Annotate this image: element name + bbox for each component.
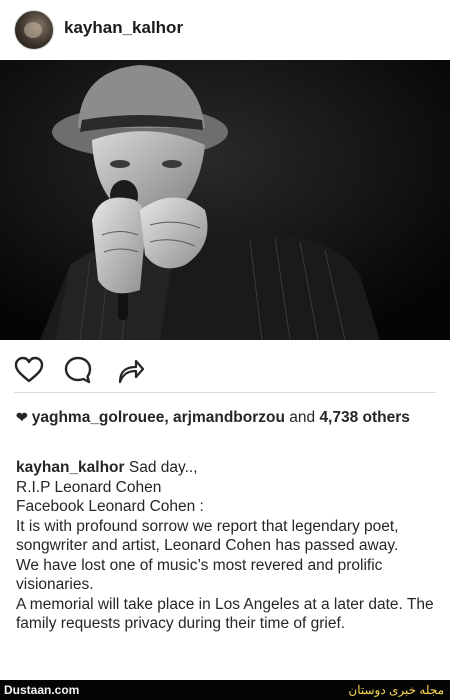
post-caption: kayhan_kalhor Sad day.., R.I.P Leonard C… [16, 458, 438, 634]
watermark-bar: Dustaan.com مجله خبری دوستان [0, 680, 450, 700]
heart-filled-icon: ❤ [16, 409, 28, 425]
share-arrow-icon[interactable] [116, 356, 145, 384]
post-header: kayhan_kalhor [0, 0, 450, 60]
avatar[interactable] [14, 10, 54, 50]
caption-line-1: kayhan_kalhor Sad day.., [16, 458, 438, 478]
speech-bubble-icon[interactable] [64, 356, 92, 384]
post-photo[interactable] [0, 60, 450, 340]
caption-line-3: Facebook Leonard Cohen : [16, 498, 204, 515]
likes-names[interactable]: yaghma_golrouee, arjmandborzou [32, 409, 285, 426]
caption-line-5: We have lost one of music’s most revered… [16, 556, 383, 594]
site-tagline: مجله خبری دوستان [348, 683, 444, 697]
post-username[interactable]: kayhan_kalhor [64, 18, 183, 38]
divider [14, 392, 436, 393]
likes-line[interactable]: ❤ yaghma_golrouee, arjmandborzou and 4,73… [16, 406, 436, 429]
likes-connector: and [284, 409, 320, 426]
caption-line-2: R.I.P Leonard Cohen [16, 478, 162, 496]
likes-count[interactable]: 4,738 [319, 409, 358, 426]
caption-line-4: It is with profound sorrow we report tha… [16, 517, 399, 555]
heart-outline-icon[interactable] [14, 356, 44, 384]
post-photo-image [0, 60, 450, 340]
likes-suffix: others [358, 409, 410, 426]
site-name: Dustaan.com [4, 683, 80, 697]
caption-line-6: A memorial will take place in Los Angele… [16, 595, 434, 633]
caption-text: Sad day.., [128, 459, 198, 476]
post-actions [0, 350, 450, 388]
caption-username[interactable]: kayhan_kalhor [16, 459, 125, 476]
